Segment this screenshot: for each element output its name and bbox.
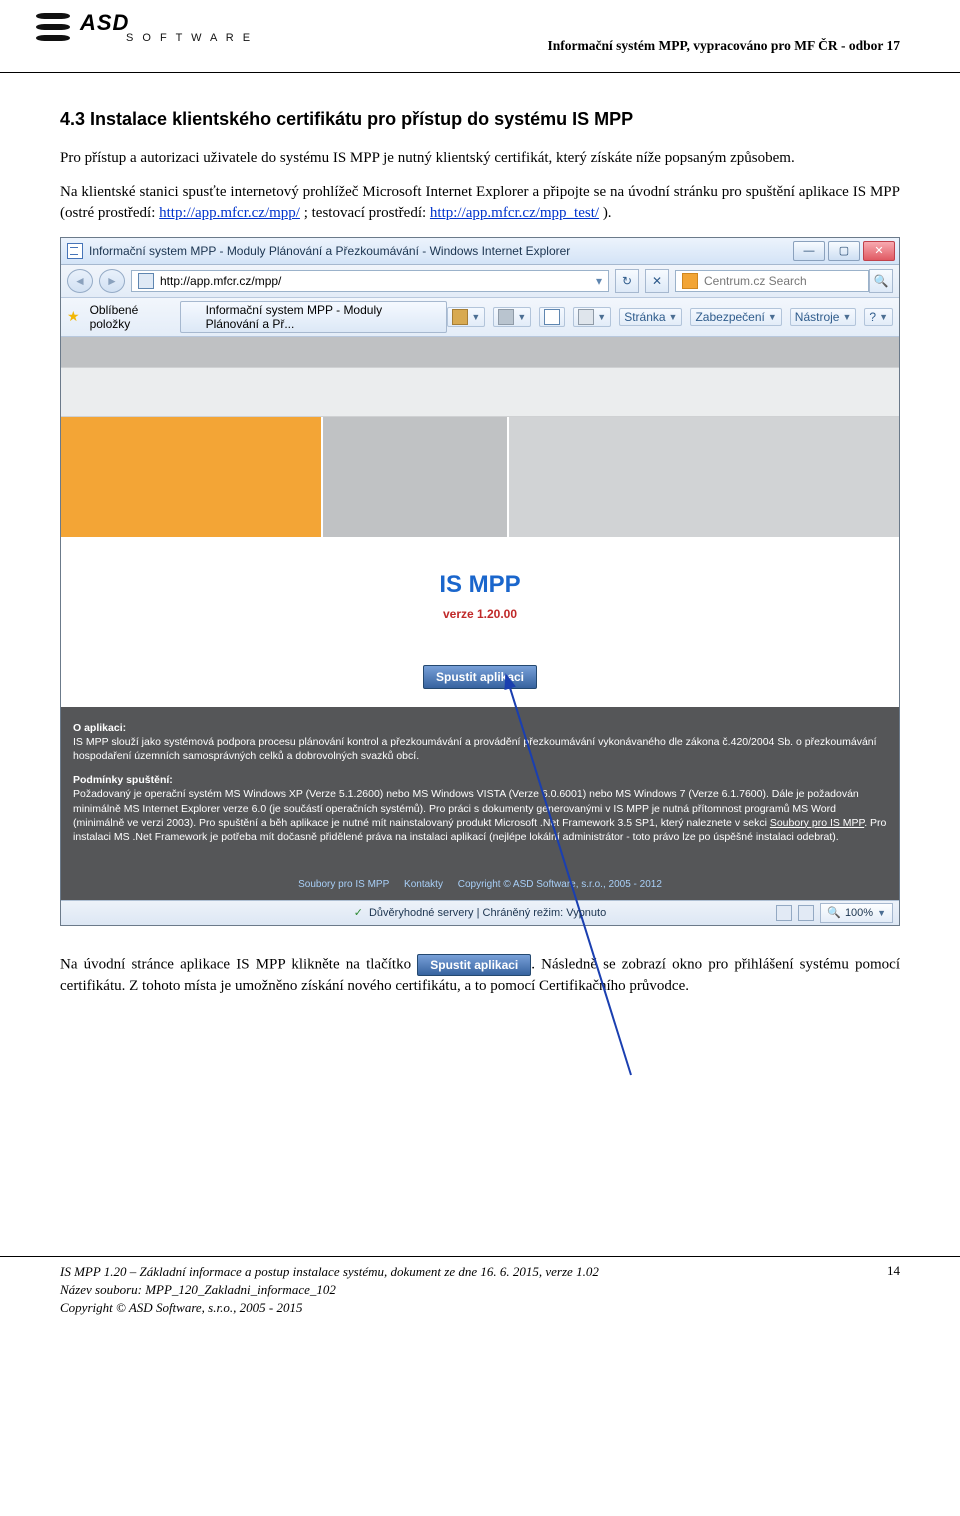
mail-icon bbox=[544, 309, 560, 325]
logo-icon bbox=[36, 10, 70, 44]
favorites-bar: ★ Oblíbené položky Informační system MPP… bbox=[61, 298, 899, 337]
link-mpp-test[interactable]: http://app.mfcr.cz/mpp_test/ bbox=[430, 205, 599, 221]
window-maximize-button[interactable]: ▢ bbox=[828, 241, 860, 261]
tile-orange bbox=[61, 417, 321, 537]
zoom-control[interactable]: 🔍 100% ▼ bbox=[820, 903, 893, 923]
page-strip-1 bbox=[61, 337, 899, 367]
req-text-a: Požadovaný je operační systém MS Windows… bbox=[73, 788, 859, 828]
content: 4.3 Instalace klientského certifikátu pr… bbox=[0, 73, 960, 996]
ie-icon bbox=[189, 311, 199, 323]
requirements-text: Požadovaný je operační systém MS Windows… bbox=[73, 787, 887, 844]
nav-back-button[interactable]: ◄ bbox=[67, 269, 93, 293]
window-titlebar: Informační system MPP - Moduly Plánování… bbox=[61, 238, 899, 265]
nav-forward-button[interactable]: ► bbox=[99, 269, 125, 293]
favorites-star-icon[interactable]: ★ bbox=[67, 308, 80, 325]
page-menu-label: Stránka bbox=[624, 310, 665, 324]
header-doc-title: Informační systém MPP, vypracováno pro M… bbox=[548, 38, 900, 54]
page: ASD S O F T W A R E Informační systém MP… bbox=[0, 0, 960, 1334]
window-title: Informační system MPP - Moduly Plánování… bbox=[89, 244, 570, 258]
ismpp-version: verze 1.20.00 bbox=[69, 607, 891, 621]
tools-menu-label: Nástroje bbox=[795, 310, 840, 324]
check-icon: ✓ bbox=[354, 906, 363, 919]
banner-tiles bbox=[61, 417, 899, 537]
after-text-a: Na úvodní stránce aplikace IS MPP klikně… bbox=[60, 956, 417, 972]
footer-line1: IS MPP 1.20 – Základní informace a postu… bbox=[60, 1263, 599, 1281]
print-icon bbox=[578, 309, 594, 325]
intro-p2: Na klientské stanici spusťte internetový… bbox=[60, 182, 900, 223]
browser-tab[interactable]: Informační system MPP - Moduly Plánování… bbox=[180, 301, 447, 333]
ismpp-description-panel: O aplikaci: IS MPP slouží jako systémová… bbox=[61, 707, 899, 900]
page-strip-2 bbox=[61, 367, 899, 417]
footer-link-contacts[interactable]: Kontakty bbox=[404, 879, 443, 890]
ie-icon bbox=[138, 273, 154, 289]
link-mpp[interactable]: http://app.mfcr.cz/mpp/ bbox=[159, 205, 300, 221]
tile-gray-b bbox=[509, 417, 899, 537]
status-text: Důvěryhodné servery | Chráněný režim: Vy… bbox=[369, 907, 606, 919]
requirements-heading: Podmínky spuštění: bbox=[73, 774, 173, 786]
footer-link-files[interactable]: Soubory pro IS MPP bbox=[298, 879, 389, 890]
footer-line2: Název souboru: MPP_120_Zakladni_informac… bbox=[60, 1281, 599, 1299]
after-screenshot-p: Na úvodní stránce aplikace IS MPP klikně… bbox=[60, 954, 900, 996]
run-app-button[interactable]: Spustit aplikaci bbox=[423, 665, 537, 689]
page-menu[interactable]: Stránka ▼ bbox=[619, 308, 682, 326]
p2-text-b: ; testovací prostředí: bbox=[300, 205, 430, 221]
ismpp-panel: IS MPP verze 1.20.00 Spustit aplikaci bbox=[61, 537, 899, 707]
feeds-button[interactable]: ▼ bbox=[493, 307, 531, 327]
page-number: 14 bbox=[887, 1263, 900, 1318]
status-icon-2 bbox=[798, 905, 814, 921]
about-heading: O aplikaci: bbox=[73, 722, 126, 734]
footer-link-copyright: Copyright © ASD Software, s.r.o., 2005 -… bbox=[458, 879, 662, 890]
page-header: ASD S O F T W A R E Informační systém MP… bbox=[0, 0, 960, 73]
zoom-icon: 🔍 bbox=[827, 906, 841, 919]
page-footer: IS MPP 1.20 – Základní informace a postu… bbox=[0, 1256, 960, 1334]
address-bar[interactable]: http://app.mfcr.cz/mpp/ ▾ bbox=[131, 270, 609, 292]
search-placeholder: Centrum.cz Search bbox=[704, 274, 807, 288]
tile-gray-a bbox=[323, 417, 507, 537]
footer-line3: Copyright © ASD Software, s.r.o., 2005 -… bbox=[60, 1299, 599, 1317]
screenshot-ie-window: Informační system MPP - Moduly Plánování… bbox=[60, 237, 900, 926]
address-url: http://app.mfcr.cz/mpp/ bbox=[160, 274, 281, 288]
window-close-button[interactable]: ✕ bbox=[863, 241, 895, 261]
home-icon bbox=[452, 309, 468, 325]
search-button[interactable]: 🔍 bbox=[869, 269, 893, 293]
address-bar-row: ◄ ► http://app.mfcr.cz/mpp/ ▾ ↻ ✕ Centru… bbox=[61, 265, 899, 298]
ismpp-title: IS MPP bbox=[69, 571, 891, 599]
zoom-value: 100% bbox=[845, 907, 873, 919]
req-link[interactable]: Soubory pro IS MPP bbox=[770, 817, 864, 829]
inline-run-app-button[interactable]: Spustit aplikaci bbox=[417, 954, 531, 976]
safety-menu-label: Zabezpečení bbox=[695, 310, 764, 324]
addr-dropdown-icon[interactable]: ▾ bbox=[596, 274, 602, 288]
search-box[interactable]: Centrum.cz Search bbox=[675, 270, 869, 292]
feed-icon bbox=[498, 309, 514, 325]
mail-button[interactable] bbox=[539, 307, 565, 327]
page-icon bbox=[67, 243, 83, 259]
status-bar: ✓ Důvěryhodné servery | Chráněný režim: … bbox=[61, 900, 899, 925]
p2-text-c: ). bbox=[599, 205, 612, 221]
centrum-icon bbox=[682, 273, 698, 289]
favorites-label: Oblíbené položky bbox=[90, 303, 171, 331]
refresh-button[interactable]: ↻ bbox=[615, 269, 639, 293]
about-text: IS MPP slouží jako systémová podpora pro… bbox=[73, 735, 887, 763]
status-icon-1 bbox=[776, 905, 792, 921]
ie-viewport: IS MPP verze 1.20.00 Spustit aplikaci O … bbox=[61, 337, 899, 900]
section-heading: 4.3 Instalace klientského certifikátu pr… bbox=[60, 109, 900, 130]
help-button[interactable]: ?▼ bbox=[864, 308, 893, 326]
tools-menu[interactable]: Nástroje ▼ bbox=[790, 308, 857, 326]
footer-links: Soubory pro IS MPP Kontakty Copyright © … bbox=[73, 878, 887, 892]
safety-menu[interactable]: Zabezpečení ▼ bbox=[690, 308, 781, 326]
logo-subtext: S O F T W A R E bbox=[126, 32, 253, 44]
stop-button[interactable]: ✕ bbox=[645, 269, 669, 293]
home-button[interactable]: ▼ bbox=[447, 307, 485, 327]
tab-title: Informační system MPP - Moduly Plánování… bbox=[206, 303, 439, 331]
window-minimize-button[interactable]: — bbox=[793, 241, 825, 261]
print-button[interactable]: ▼ bbox=[573, 307, 611, 327]
intro-p1: Pro přístup a autorizaci uživatele do sy… bbox=[60, 148, 900, 168]
